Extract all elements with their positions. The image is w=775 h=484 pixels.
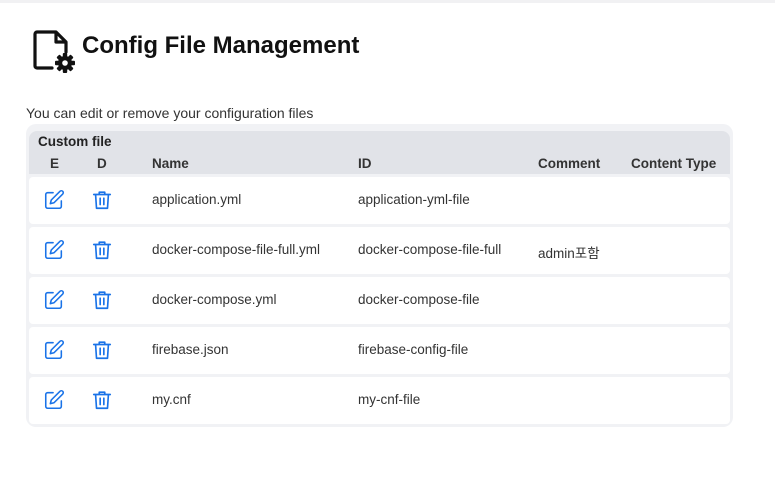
top-divider bbox=[0, 0, 775, 3]
trash-icon[interactable] bbox=[91, 289, 113, 311]
trash-icon[interactable] bbox=[91, 189, 113, 211]
file-name: docker-compose-file-full.yml bbox=[152, 242, 321, 257]
file-comment: admin포함 bbox=[538, 246, 600, 261]
table-row: docker-compose.yml docker-compose-file bbox=[29, 277, 730, 324]
config-file-table: Custom file E D Name ID Comment Content … bbox=[26, 124, 733, 427]
file-settings-icon bbox=[33, 30, 75, 73]
table-row: firebase.json firebase-config-file bbox=[29, 327, 730, 374]
trash-icon[interactable] bbox=[91, 389, 113, 411]
trash-icon[interactable] bbox=[91, 339, 113, 361]
file-name: application.yml bbox=[152, 192, 242, 207]
column-header-delete: D bbox=[97, 156, 107, 171]
table-header: E D Name ID Comment Content Type bbox=[29, 152, 730, 174]
page-header: Config File Management bbox=[30, 28, 359, 76]
file-id: application-yml-file bbox=[358, 192, 470, 207]
group-header: Custom file bbox=[29, 131, 730, 152]
edit-icon[interactable] bbox=[43, 339, 65, 361]
edit-icon[interactable] bbox=[43, 289, 65, 311]
file-id: my-cnf-file bbox=[358, 392, 421, 407]
table-row: my.cnf my-cnf-file bbox=[29, 377, 730, 424]
table-body: application.yml application-yml-file doc… bbox=[29, 177, 730, 424]
file-id: docker-compose-file bbox=[358, 292, 480, 307]
page-subtitle: You can edit or remove your configuratio… bbox=[26, 105, 314, 121]
table-row: application.yml application-yml-file bbox=[29, 177, 730, 224]
edit-icon[interactable] bbox=[43, 189, 65, 211]
table-row: docker-compose-file-full.yml docker-comp… bbox=[29, 227, 730, 274]
file-name: my.cnf bbox=[152, 392, 191, 407]
edit-icon[interactable] bbox=[43, 239, 65, 261]
column-header-id[interactable]: ID bbox=[358, 156, 372, 171]
file-name: firebase.json bbox=[152, 342, 229, 357]
edit-icon[interactable] bbox=[43, 389, 65, 411]
file-id: docker-compose-file-full bbox=[358, 242, 502, 257]
page-title: Config File Management bbox=[82, 32, 360, 59]
column-header-comment[interactable]: Comment bbox=[538, 156, 600, 171]
column-header-content-type[interactable]: Content Type bbox=[631, 156, 716, 171]
column-header-edit: E bbox=[50, 156, 60, 171]
trash-icon[interactable] bbox=[91, 239, 113, 261]
column-header-name[interactable]: Name bbox=[152, 156, 189, 171]
group-label: Custom file bbox=[38, 134, 112, 149]
file-name: docker-compose.yml bbox=[152, 292, 277, 307]
file-id: firebase-config-file bbox=[358, 342, 469, 357]
